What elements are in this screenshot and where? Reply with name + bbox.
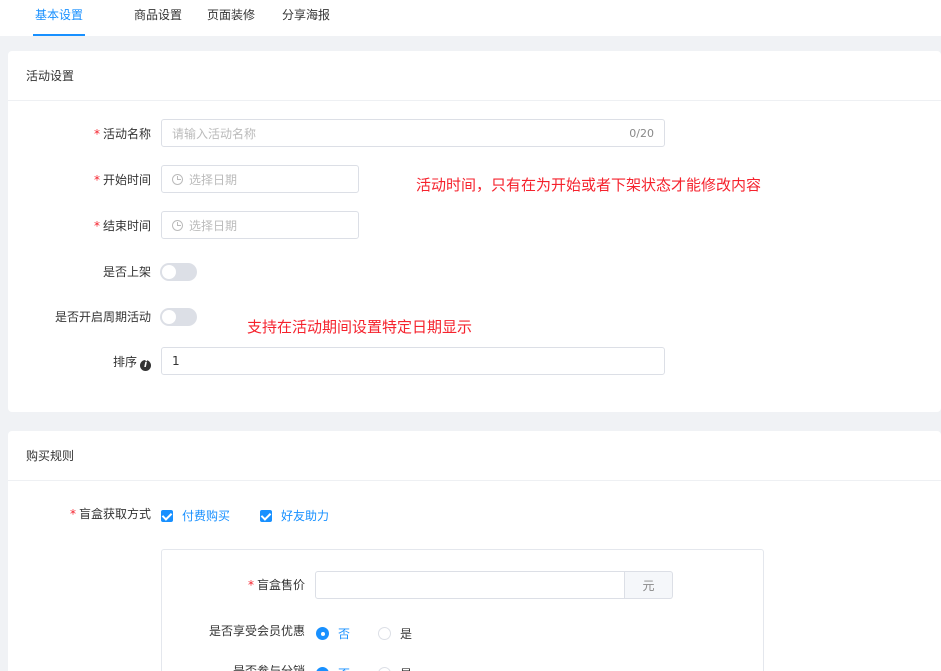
paid-purchase-checkbox[interactable]: 付费购买 [161,507,230,524]
distribution-yes[interactable]: 是 [378,665,412,671]
sort-input[interactable]: 1 [161,347,665,375]
activity-name-input[interactable]: 请输入活动名称 0/20 [161,119,665,147]
paid-purchase-panel: *盲盒售价 元 是否享受会员优惠 否 是 是否参与分销 否 是 [161,549,764,671]
end-time-placeholder: 选择日期 [189,218,238,233]
distribution-label: 是否参与分销 [232,664,305,671]
clock-icon [172,219,183,231]
time-edit-note: 活动时间，只有在为开始或者下架状态才能修改内容 [416,176,762,194]
price-label: * 盲盒售价 [247,578,305,592]
shelf-row: 是否上架 [8,257,941,287]
active-tab-indicator [33,34,85,36]
tab-share-poster[interactable]: 分享海报 [282,6,330,23]
purchase-rules-card: 购买规则 * 盲盒获取方式 付费购买 好友助力 * 盲盒售价 元 是否享受会员优惠 … [8,431,941,671]
start-time-placeholder: 选择日期 [189,172,238,187]
cycle-note: 支持在活动期间设置特定日期显示 [247,318,473,336]
tab-basic-settings[interactable]: 基本设置 [35,6,83,23]
method-row: * 盲盒获取方式 付费购买 好友助力 [8,499,941,529]
activity-settings-title: 活动设置 [8,51,941,101]
distribution-no[interactable]: 否 [316,665,350,671]
shelf-toggle[interactable] [160,263,197,281]
member-discount-yes[interactable]: 是 [378,625,412,642]
radio-selected-icon [316,667,329,671]
purchase-rules-title: 购买规则 [8,431,941,481]
end-time-row: * 结束时间 选择日期 [8,211,941,241]
radio-selected-icon [316,627,329,640]
checkbox-checked-icon [260,509,272,522]
sort-row: 排序 i 1 [8,347,941,377]
activity-name-count: 0/20 [629,126,654,140]
clock-icon [172,173,183,185]
tab-product-settings[interactable]: 商品设置 [134,6,182,23]
activity-name-placeholder: 请输入活动名称 [172,126,257,141]
shelf-label: 是否上架 [102,265,151,279]
start-time-picker[interactable]: 选择日期 [161,165,359,193]
radio-icon [378,627,391,640]
activity-name-label: * 活动名称 [93,127,151,141]
activity-settings-card: 活动设置 * 活动名称 请输入活动名称 0/20 * 开始时间 选择日期 活动时间，… [8,51,941,412]
member-discount-label: 是否享受会员优惠 [208,624,305,638]
info-icon[interactable]: i [140,360,151,371]
end-time-picker[interactable]: 选择日期 [161,211,359,239]
member-discount-no[interactable]: 否 [316,625,350,642]
tab-page-decoration[interactable]: 页面装修 [207,6,255,23]
activity-name-row: * 活动名称 请输入活动名称 0/20 [8,119,941,149]
cycle-toggle[interactable] [160,308,197,326]
tab-bar: 基本设置 商品设置 页面装修 分享海报 [0,0,941,36]
radio-icon [378,667,391,671]
checkbox-checked-icon [161,509,173,522]
price-input[interactable] [315,571,625,599]
friend-assist-checkbox[interactable]: 好友助力 [260,507,329,524]
cycle-row: 是否开启周期活动 [8,302,941,332]
sort-value: 1 [172,354,180,368]
cycle-label: 是否开启周期活动 [54,310,151,324]
method-label: * 盲盒获取方式 [69,507,151,521]
sort-label: 排序 i [113,347,151,377]
price-unit: 元 [625,571,673,599]
end-time-label: * 结束时间 [93,219,151,233]
start-time-label: * 开始时间 [93,173,151,187]
